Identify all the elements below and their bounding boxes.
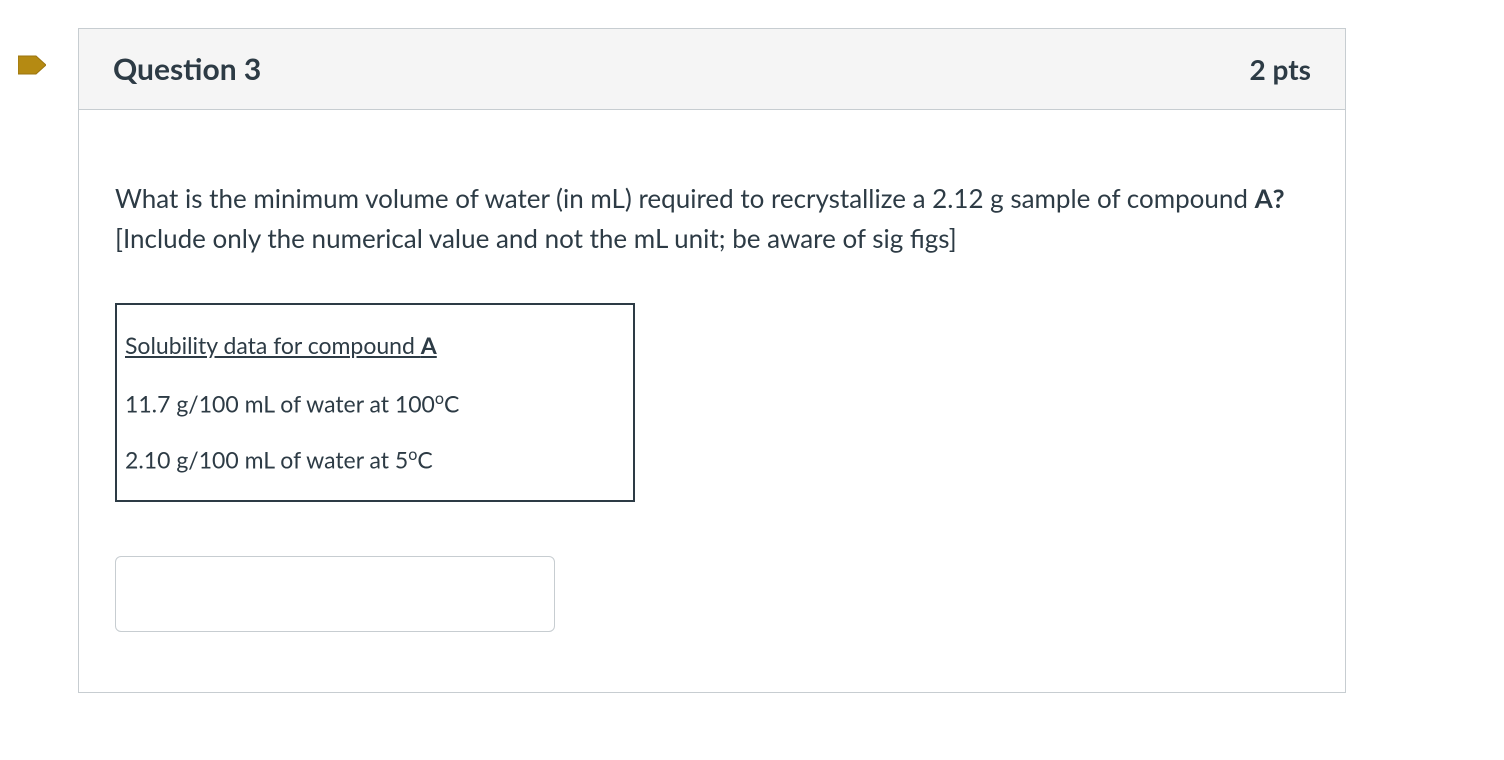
question-title: Question 3 (113, 51, 261, 87)
bookmark-icon (18, 54, 46, 76)
question-header: Question 3 2 pts (79, 29, 1345, 110)
question-card: Question 3 2 pts What is the minimum vol… (78, 28, 1346, 693)
solubility-line-2-after: C (417, 446, 432, 474)
solubility-line-1-before: 11.7 g/100 mL of water at 100 (125, 389, 435, 417)
solubility-title-text: Solubility data for compound (125, 331, 421, 359)
question-points: 2 pts (1250, 52, 1311, 86)
solubility-line-1-sup: o (435, 389, 444, 408)
prompt-text-before: What is the minimum volume of water (in … (115, 182, 1255, 214)
solubility-line-1-after: C (444, 389, 459, 417)
question-prompt: What is the minimum volume of water (in … (115, 178, 1309, 259)
solubility-title: Solubility data for compound A (125, 331, 625, 359)
solubility-data-box: Solubility data for compound A 11.7 g/10… (115, 303, 635, 502)
solubility-line-2-sup: o (408, 445, 417, 464)
prompt-text-after: [Include only the numerical value and no… (115, 222, 957, 254)
solubility-line-2: 2.10 g/100 mL of water at 5oC (125, 445, 625, 474)
question-body: What is the minimum volume of water (in … (79, 110, 1345, 692)
solubility-line-1: 11.7 g/100 mL of water at 100oC (125, 389, 625, 418)
answer-input[interactable] (115, 556, 555, 632)
solubility-title-bold: A (421, 331, 437, 359)
solubility-line-2-before: 2.10 g/100 mL of water at 5 (125, 446, 408, 474)
prompt-bold: A? (1255, 182, 1285, 214)
